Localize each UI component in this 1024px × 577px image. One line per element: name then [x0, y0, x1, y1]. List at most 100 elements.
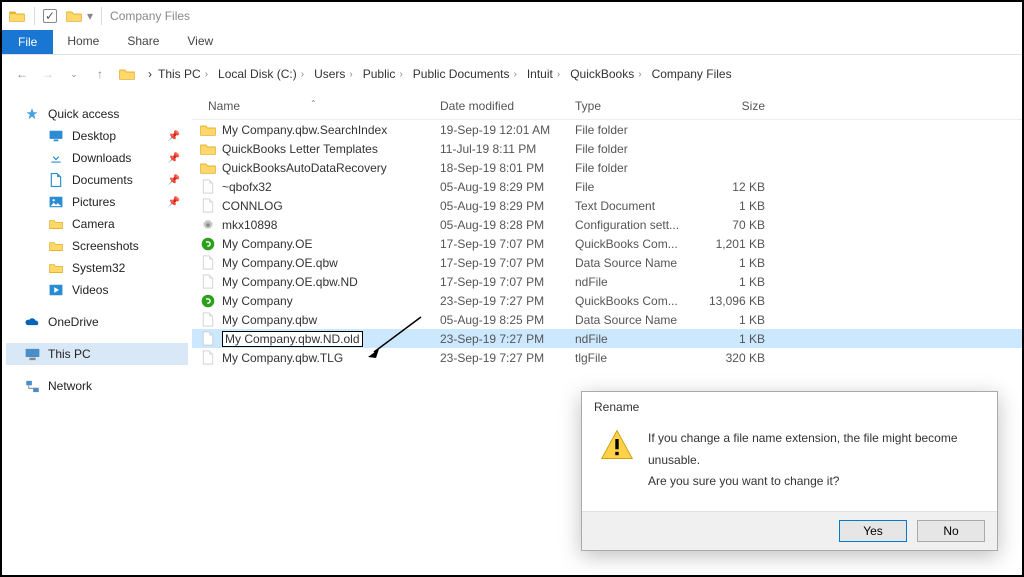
file-date: 17-Sep-19 7:07 PM	[440, 237, 575, 251]
file-type: File	[575, 180, 695, 194]
file-name: mkx10898	[222, 218, 277, 232]
tab-file[interactable]: File	[2, 30, 53, 54]
file-date: 18-Sep-19 8:01 PM	[440, 161, 575, 175]
file-size: 1 KB	[695, 256, 765, 270]
chevron-right-icon[interactable]: ›	[148, 67, 152, 81]
network-icon	[24, 378, 40, 394]
file-name: ~qbofx32	[222, 180, 272, 194]
file-size: 1 KB	[695, 199, 765, 213]
nav-system32[interactable]: System32	[6, 257, 188, 279]
nav-documents[interactable]: Documents 📌	[6, 169, 188, 191]
file-row[interactable]: My Company.OE.qbw17-Sep-19 7:07 PMData S…	[192, 253, 1022, 272]
desktop-icon	[48, 128, 64, 144]
chevron-right-icon[interactable]: ›	[514, 69, 517, 80]
file-row[interactable]: My Company.OE17-Sep-19 7:07 PMQuickBooks…	[192, 234, 1022, 253]
nav-label: Downloads	[72, 151, 131, 165]
file-size: 12 KB	[695, 180, 765, 194]
file-type: Data Source Name	[575, 256, 695, 270]
nav-downloads[interactable]: Downloads 📌	[6, 147, 188, 169]
qa-customize-chevron-icon[interactable]: ▾	[87, 9, 93, 23]
title-bar: ✓ ▾ Company Files	[2, 2, 1022, 30]
recent-chevron-icon[interactable]: ⌄	[64, 64, 84, 84]
file-date: 19-Sep-19 12:01 AM	[440, 123, 575, 137]
file-row[interactable]: My Company.qbw.ND.old23-Sep-19 7:27 PMnd…	[192, 329, 1022, 348]
file-row[interactable]: QuickBooks Letter Templates11-Jul-19 8:1…	[192, 139, 1022, 158]
file-type: tlgFile	[575, 351, 695, 365]
dialog-text: If you change a file name extension, the…	[648, 428, 979, 493]
file-row[interactable]: My Company.qbw.TLG23-Sep-19 7:27 PMtlgFi…	[192, 348, 1022, 367]
crumb-quickbooks[interactable]: QuickBooks	[570, 67, 634, 81]
address-folder-icon	[116, 63, 138, 85]
file-name: QuickBooksAutoDataRecovery	[222, 161, 387, 175]
chevron-right-icon[interactable]: ›	[205, 69, 208, 80]
nav-label: Videos	[72, 283, 108, 297]
dialog-title: Rename	[582, 392, 997, 424]
rename-dialog: Rename If you change a file name extensi…	[581, 391, 998, 551]
file-name: QuickBooks Letter Templates	[222, 142, 378, 156]
breadcrumb[interactable]: › This PC › Local Disk (C:) › Users › Publi…	[144, 63, 1012, 85]
file-icon	[200, 274, 216, 290]
up-button[interactable]: ↑	[90, 64, 110, 84]
file-date: 23-Sep-19 7:27 PM	[440, 332, 575, 346]
file-row[interactable]: ~qbofx3205-Aug-19 8:29 PMFile12 KB	[192, 177, 1022, 196]
nav-thispc[interactable]: This PC	[6, 343, 188, 365]
file-size: 320 KB	[695, 351, 765, 365]
file-row[interactable]: CONNLOG05-Aug-19 8:29 PMText Document1 K…	[192, 196, 1022, 215]
crumb-intuit[interactable]: Intuit	[527, 67, 553, 81]
pin-icon: 📌	[168, 197, 180, 208]
tab-view[interactable]: View	[173, 30, 227, 52]
crumb-thispc[interactable]: This PC	[158, 67, 201, 81]
nav-onedrive[interactable]: OneDrive	[6, 311, 188, 333]
chevron-right-icon[interactable]: ›	[399, 69, 402, 80]
file-row[interactable]: My Company23-Sep-19 7:27 PMQuickBooks Co…	[192, 291, 1022, 310]
file-name[interactable]: My Company.qbw.ND.old	[222, 331, 363, 347]
yes-button[interactable]: Yes	[839, 520, 907, 542]
chevron-right-icon[interactable]: ›	[301, 69, 304, 80]
nav-quick-access[interactable]: Quick access	[6, 103, 188, 125]
no-button[interactable]: No	[917, 520, 985, 542]
crumb-localdisk[interactable]: Local Disk (C:)	[218, 67, 297, 81]
nav-camera[interactable]: Camera	[6, 213, 188, 235]
nav-network[interactable]: Network	[6, 375, 188, 397]
file-row[interactable]: QuickBooksAutoDataRecovery 18-Sep-19 8:01…	[192, 158, 1022, 177]
file-row[interactable]: mkx1089805-Aug-19 8:28 PMConfiguration s…	[192, 215, 1022, 234]
file-date: 17-Sep-19 7:07 PM	[440, 275, 575, 289]
file-size: 1 KB	[695, 313, 765, 327]
qa-folder-icon[interactable]	[65, 7, 83, 25]
file-name: My Company.OE	[222, 237, 312, 251]
crumb-users[interactable]: Users	[314, 67, 345, 81]
col-name[interactable]: Name⌃	[200, 99, 440, 113]
file-name: My Company.OE.qbw.ND	[222, 275, 358, 289]
documents-icon	[48, 172, 64, 188]
nav-label: Network	[48, 379, 92, 393]
nav-videos[interactable]: Videos	[6, 279, 188, 301]
chevron-right-icon[interactable]: ›	[557, 69, 560, 80]
chevron-right-icon[interactable]: ›	[349, 69, 352, 80]
tab-home[interactable]: Home	[53, 30, 113, 52]
file-icon	[200, 312, 216, 328]
crumb-public[interactable]: Public	[363, 67, 396, 81]
chevron-right-icon[interactable]: ›	[638, 69, 641, 80]
file-size: 1 KB	[695, 332, 765, 346]
col-date[interactable]: Date modified	[440, 99, 575, 113]
tab-share[interactable]: Share	[113, 30, 173, 52]
file-row[interactable]: My Company.qbw.SearchIndex19-Sep-19 12:0…	[192, 120, 1022, 139]
forward-button[interactable]: →	[38, 64, 58, 84]
file-explorer-window: ✓ ▾ Company Files File Home Share View ←…	[0, 0, 1024, 577]
file-row[interactable]: My Company.OE.qbw.ND17-Sep-19 7:07 PMndF…	[192, 272, 1022, 291]
file-date: 23-Sep-19 7:27 PM	[440, 351, 575, 365]
file-name: CONNLOG	[222, 199, 283, 213]
col-size[interactable]: Size	[695, 99, 765, 113]
qa-properties-icon[interactable]: ✓	[43, 9, 57, 23]
sort-indicator-icon: ⌃	[310, 99, 317, 108]
crumb-publicdocs[interactable]: Public Documents	[413, 67, 510, 81]
nav-desktop[interactable]: Desktop 📌	[6, 125, 188, 147]
back-button[interactable]: ←	[12, 64, 32, 84]
file-icon	[200, 331, 216, 347]
crumb-companyfiles[interactable]: Company Files	[652, 67, 732, 81]
nav-screenshots[interactable]: Screenshots	[6, 235, 188, 257]
folder-icon	[200, 122, 216, 138]
nav-pictures[interactable]: Pictures 📌	[6, 191, 188, 213]
col-type[interactable]: Type	[575, 99, 695, 113]
file-row[interactable]: My Company.qbw05-Aug-19 8:25 PMData Sour…	[192, 310, 1022, 329]
